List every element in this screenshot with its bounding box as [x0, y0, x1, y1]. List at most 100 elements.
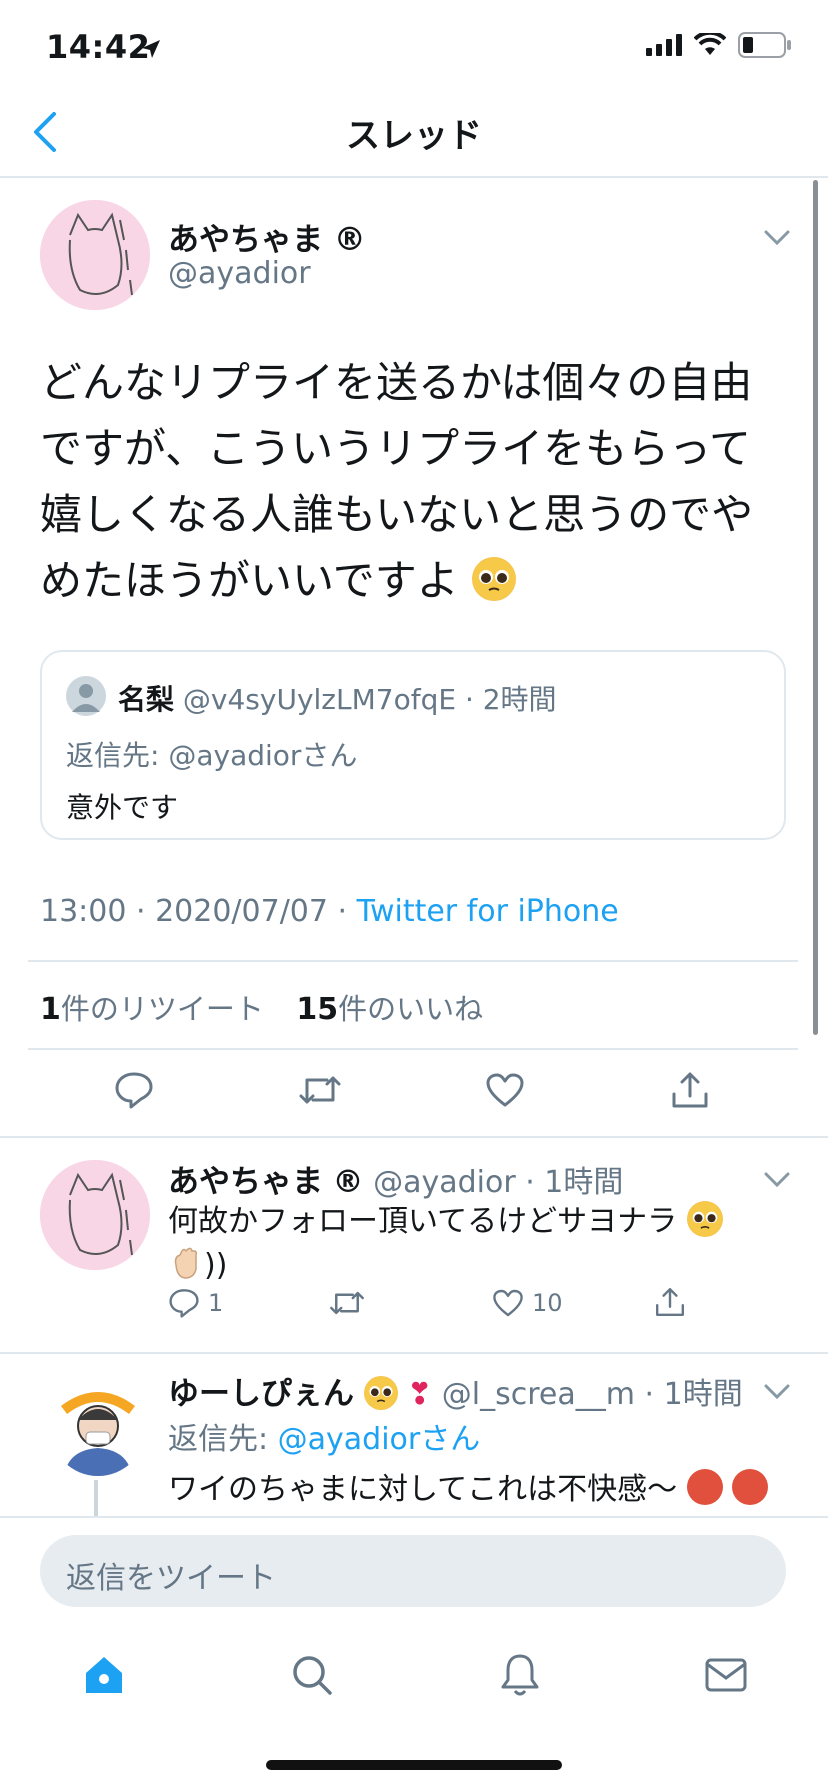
like-button[interactable]: [475, 1060, 535, 1120]
avatar[interactable]: [50, 1380, 146, 1476]
location-arrow-icon: [140, 38, 162, 60]
quoted-time: · 2時間: [464, 683, 557, 716]
reply-to-prefix: 返信先:: [66, 739, 160, 772]
tab-home[interactable]: [74, 1645, 134, 1705]
reply-tweet[interactable]: あやちゃま ® @ayadior · 1時間 何故かフォロー頂いてるけどサヨナラ…: [0, 1138, 828, 1352]
quoted-reply-to: 返信先: @ayadiorさん: [66, 734, 357, 774]
tweet-meta: 13:00 · 2020/07/07 · Twitter for iPhone: [40, 894, 619, 929]
retweet-icon: [299, 1076, 341, 1104]
status-time: 14:42: [46, 28, 151, 66]
heart-exclamation-emoji: ❣: [407, 1377, 433, 1412]
tweet-menu-button[interactable]: [764, 1384, 790, 1400]
page-title: スレッド: [346, 116, 482, 156]
chevron-down-icon: [764, 1172, 790, 1188]
tweet-menu-button[interactable]: [764, 1172, 790, 1188]
quoted-handle: @v4syUylzLM7ofqE: [182, 683, 457, 716]
quoted-name: 名梨: [118, 683, 175, 716]
divider: [0, 1516, 828, 1518]
reply-text: 何故かフォロー頂いてるけどサヨナラ )): [168, 1200, 768, 1288]
tab-search[interactable]: [282, 1645, 342, 1705]
like-count: 15: [296, 992, 339, 1027]
thread-line: [94, 1480, 98, 1516]
like-button[interactable]: 10: [492, 1288, 563, 1318]
pleading-face-emoji: [472, 557, 517, 601]
engagement-counts: 1件のリツイート 15件のいいね: [40, 986, 483, 1028]
cellular-signal-icon: [646, 34, 682, 56]
reply-time: · 1時間: [525, 1165, 624, 1200]
mail-icon: [705, 1658, 747, 1692]
wifi-icon: [694, 33, 726, 55]
bell-icon: [501, 1654, 539, 1696]
share-button[interactable]: [654, 1286, 686, 1318]
like-label: 件のいいね: [338, 992, 484, 1026]
retweet-button[interactable]: [328, 1288, 366, 1318]
reply-bubble-icon: [169, 1289, 199, 1318]
reply-to-handle: @ayadiorさん: [168, 739, 358, 772]
status-indicators: [646, 32, 792, 58]
nav-divider: [0, 176, 828, 178]
tweet-menu-button[interactable]: [764, 230, 790, 246]
retweet-count-link[interactable]: 1件のリツイート: [40, 992, 264, 1027]
tweet-timestamp: 13:00 · 2020/07/07 ·: [40, 894, 348, 929]
share-button[interactable]: [660, 1060, 720, 1120]
home-indicator[interactable]: [266, 1760, 562, 1770]
heart-icon: [486, 1073, 524, 1107]
tweet-text: どんなリプライを送るかは個々の自由ですが、こういうリプライをもらって嬉しくなる人…: [40, 350, 790, 614]
tweet-actions: [0, 1060, 828, 1124]
tweet-text-body: どんなリプライを送るかは個々の自由ですが、こういうリプライをもらって嬉しくなる人…: [40, 358, 754, 605]
reply-author-handle: @ayadior: [373, 1165, 516, 1200]
reply-button[interactable]: [104, 1060, 164, 1120]
reply-author-handle: @l_screa__m: [441, 1377, 635, 1412]
reply-to-prefix: 返信先:: [168, 1422, 269, 1457]
heart-icon: [493, 1289, 523, 1317]
like-count-link[interactable]: 15件のいいね: [296, 992, 484, 1027]
retweet-count: 1: [40, 992, 61, 1027]
reply-compose-input[interactable]: 返信をツイート: [40, 1535, 786, 1607]
reply-text-line1: 何故かフォロー頂いてるけどサヨナラ: [168, 1204, 678, 1239]
retweet-label: 件のリツイート: [60, 992, 264, 1026]
tab-messages[interactable]: [696, 1645, 756, 1705]
reply-time: · 1時間: [644, 1377, 743, 1412]
author-name[interactable]: あやちゃま ®: [168, 214, 366, 259]
reply-to-handle[interactable]: @ayadiorさん: [278, 1422, 481, 1457]
chevron-down-icon: [764, 230, 790, 246]
angry-face-emoji: [732, 1469, 769, 1505]
author-name-text: あやちゃま: [168, 222, 323, 258]
pleading-face-emoji: [686, 1201, 723, 1237]
retweet-icon: [330, 1291, 364, 1315]
tweet-source-link[interactable]: Twitter for iPhone: [357, 894, 619, 929]
scrollbar[interactable]: [813, 180, 818, 1035]
reply-author: あやちゃま ® @ayadior · 1時間: [168, 1156, 623, 1201]
chevron-down-icon: [764, 1384, 790, 1400]
reply-text: ワイのちゃまに対してこれは不快感〜: [168, 1464, 769, 1508]
reply-to-line: 返信先: @ayadiorさん: [168, 1414, 480, 1458]
share-icon: [672, 1072, 708, 1108]
reply-tweet[interactable]: ゆーしぴぇん ❣ @l_screa__m · 1時間 返信先: @ayadior…: [0, 1354, 828, 1516]
share-icon: [656, 1288, 684, 1316]
quoted-avatar: [66, 676, 106, 716]
quoted-author: 名梨 @v4syUylzLM7ofqE · 2時間: [118, 678, 557, 718]
pleading-face-emoji: [363, 1376, 398, 1410]
reply-text-line2: )): [204, 1248, 228, 1283]
divider: [28, 1048, 798, 1050]
reply-button[interactable]: 1: [168, 1288, 223, 1318]
reply-bubble-icon: [115, 1072, 153, 1109]
tab-notifications[interactable]: [490, 1645, 550, 1705]
search-icon: [293, 1656, 332, 1695]
quoted-text: 意外です: [66, 791, 179, 824]
waving-hand-emoji: [168, 1245, 204, 1281]
battery-icon: [738, 32, 791, 58]
retweet-button[interactable]: [290, 1060, 350, 1120]
reply-author-name: あやちゃま: [168, 1164, 323, 1200]
reply-author: ゆーしぴぇん ❣ @l_screa__m · 1時間: [168, 1368, 743, 1413]
reply-author-name: ゆーしぴぇん: [168, 1376, 354, 1412]
name-mark: ®: [333, 220, 366, 258]
quoted-tweet[interactable]: 名梨 @v4syUylzLM7ofqE · 2時間 返信先: @ayadiorさ…: [40, 650, 786, 840]
like-count: 10: [532, 1289, 563, 1317]
avatar[interactable]: [40, 1160, 150, 1270]
angry-face-emoji: [686, 1469, 723, 1505]
author-handle[interactable]: @ayadior: [168, 256, 311, 291]
avatar[interactable]: [40, 200, 150, 310]
reply-count: 1: [208, 1289, 224, 1317]
home-icon: [86, 1657, 122, 1693]
